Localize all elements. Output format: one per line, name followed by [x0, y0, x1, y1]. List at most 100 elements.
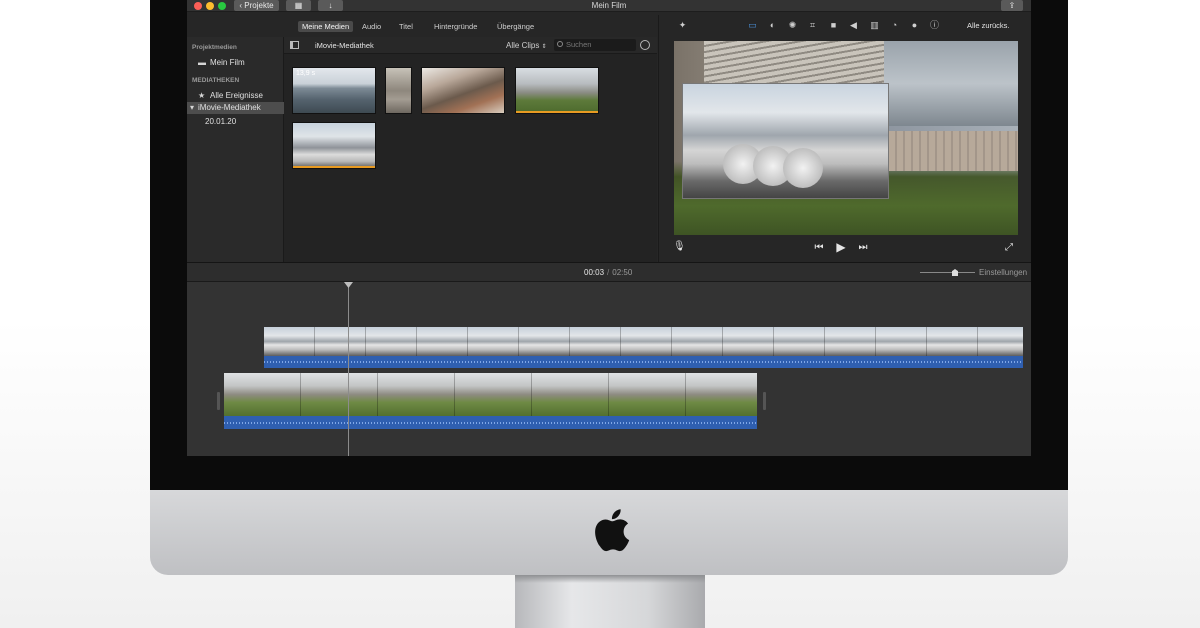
clip-filter-value: Alle Clips	[506, 41, 540, 50]
water-area	[879, 41, 1018, 126]
filmstrip-frame	[609, 373, 686, 416]
info-icon[interactable]: ⓘ	[929, 20, 940, 31]
promenade-area	[889, 131, 1018, 171]
crop-icon[interactable]: ⌗	[807, 20, 818, 31]
star-box-icon: ★	[198, 91, 206, 100]
clip-trim-handle-left[interactable]	[217, 392, 220, 410]
timeline-header: 00:03/02:50 Einstellungen	[187, 262, 1031, 282]
zoom-slider-knob[interactable]	[952, 269, 958, 276]
audio-waveform	[264, 361, 1023, 364]
sidebar-item-all-events-label: Alle Ereignisse	[210, 91, 263, 100]
playhead[interactable]	[348, 282, 349, 456]
clip-thumbnail[interactable]	[385, 67, 412, 114]
speed-icon[interactable]: ◔	[889, 20, 900, 31]
clapper-icon: ▬	[198, 58, 206, 67]
filmstrip-frame	[417, 327, 468, 356]
magic-wand-icon[interactable]: ✦	[677, 20, 688, 31]
library-title: iMovie-Mediathek	[315, 41, 374, 50]
overlay-clip-audio[interactable]	[264, 356, 1023, 368]
stairs-area	[704, 41, 884, 83]
libraries-heading: MEDIATHEKEN	[192, 77, 240, 84]
project-media-heading: Projektmedien	[192, 44, 237, 51]
sidebar-item-event-label: 20.01.20	[205, 117, 237, 126]
main-clip-audio[interactable]	[224, 416, 757, 429]
timecode: 00:03/02:50	[584, 268, 632, 278]
reset-all-button[interactable]: Alle zurücks.	[967, 20, 1010, 31]
disclosure-triangle-icon[interactable]: ▾	[190, 104, 198, 112]
main-clip-video[interactable]	[224, 373, 757, 416]
filmstrip-frame	[774, 327, 825, 356]
timeline-settings-button[interactable]: Einstellungen	[979, 268, 1027, 278]
crop-overlay-icon[interactable]: ▭	[747, 20, 758, 31]
clip-filter-select[interactable]: Alle Clips ⇕	[506, 40, 547, 53]
camera-stabilize-icon[interactable]: ■	[828, 20, 839, 31]
search-icon	[557, 41, 563, 47]
filmstrip-frame	[468, 327, 519, 356]
gear-icon[interactable]	[640, 40, 650, 50]
sidebar-item-all-events[interactable]: ★ Alle Ereignisse	[187, 90, 284, 102]
share-icon: ⇪	[1008, 1, 1016, 10]
color-balance-icon[interactable]: ◐	[767, 20, 778, 31]
timecode-separator: /	[607, 268, 610, 277]
zoom-slider-track[interactable]	[920, 272, 975, 273]
window-title: Mein Film	[591, 1, 627, 10]
clip-trim-handle-right[interactable]	[763, 392, 766, 410]
overlay-clip-video[interactable]	[264, 327, 1023, 356]
apple-logo-icon	[595, 509, 630, 552]
tab-titles[interactable]: Titel	[395, 21, 417, 32]
sidebar-item-library[interactable]: ▾ iMovie-Mediathek	[187, 102, 284, 114]
sidebar-item-event[interactable]: 20.01.20	[187, 116, 284, 128]
skip-forward-icon[interactable]: ⏭	[857, 242, 869, 254]
fullscreen-icon[interactable]: ⤢	[1003, 242, 1015, 254]
imovie-window: ‹ Projekte ▦ ↓ Mein Film ⇪ Meine Medien …	[187, 0, 1031, 456]
volume-icon[interactable]: ◀	[848, 20, 859, 31]
video-preview[interactable]	[674, 41, 1018, 235]
search-input[interactable]: Suchen	[554, 39, 636, 51]
viewer-panel: ✦ ▭ ◐ ✺ ⌗ ■ ◀ ▥ ◔ ● ⓘ Alle zurücks. 🎙 ⏮ …	[658, 15, 1031, 262]
filmstrip-frame	[378, 373, 455, 416]
tab-transitions[interactable]: Übergänge	[493, 21, 538, 32]
current-time: 00:03	[584, 268, 605, 277]
toggle-sidebar-icon[interactable]	[290, 41, 299, 49]
playhead-handle[interactable]	[344, 282, 353, 288]
filmstrip-frame	[686, 373, 757, 416]
media-tab-bar: Meine Medien Audio Titel Hintergründe Üb…	[187, 17, 657, 37]
noise-reduction-icon[interactable]: ●	[909, 20, 920, 31]
play-button[interactable]: ▶	[834, 241, 848, 253]
sidebar-item-project[interactable]: ▬ Mein Film	[187, 57, 284, 69]
equalizer-icon[interactable]: ▥	[869, 20, 880, 31]
skip-back-icon[interactable]: ⏮	[813, 242, 825, 254]
clip-used-indicator	[516, 111, 598, 113]
title-bar: ‹ Projekte ▦ ↓ Mein Film ⇪	[187, 0, 1031, 12]
microphone-icon[interactable]: 🎙	[673, 241, 686, 253]
timeline[interactable]	[187, 282, 1031, 456]
search-placeholder: Suchen	[566, 40, 592, 49]
tab-audio[interactable]: Audio	[358, 21, 385, 32]
stand-shadow	[515, 575, 705, 583]
filmstrip-frame	[723, 327, 774, 356]
clip-thumbnail[interactable]: 13,9 s	[292, 67, 376, 114]
clip-used-indicator	[293, 166, 375, 168]
filmstrip-frame	[455, 373, 532, 416]
filmstrip-frame	[825, 327, 876, 356]
filmstrip-frame	[366, 327, 417, 356]
filmstrip-frame	[672, 327, 723, 356]
clip-thumbnail[interactable]	[515, 67, 599, 114]
filmstrip-frame	[876, 327, 927, 356]
share-button[interactable]: ⇪	[1001, 0, 1023, 11]
tab-my-media[interactable]: Meine Medien	[298, 21, 354, 32]
clip-duration: 13,9 s	[296, 70, 316, 77]
libraries-sidebar: Projektmedien ▬ Mein Film MEDIATHEKEN ★ …	[187, 37, 284, 262]
audio-waveform	[224, 421, 757, 424]
filmstrip-frame	[621, 327, 672, 356]
clip-thumbnail[interactable]	[421, 67, 505, 114]
filmstrip-frame	[927, 327, 978, 356]
total-duration: 02:50	[612, 268, 633, 277]
tab-backgrounds[interactable]: Hintergründe	[430, 21, 481, 32]
filmstrip-frame	[315, 327, 366, 356]
filmstrip-frame	[264, 327, 315, 356]
sidebar-item-library-label: iMovie-Mediathek	[198, 103, 261, 112]
color-palette-icon[interactable]: ✺	[787, 20, 798, 31]
clip-thumbnail[interactable]	[292, 122, 376, 169]
picture-in-picture-overlay[interactable]	[682, 83, 889, 199]
